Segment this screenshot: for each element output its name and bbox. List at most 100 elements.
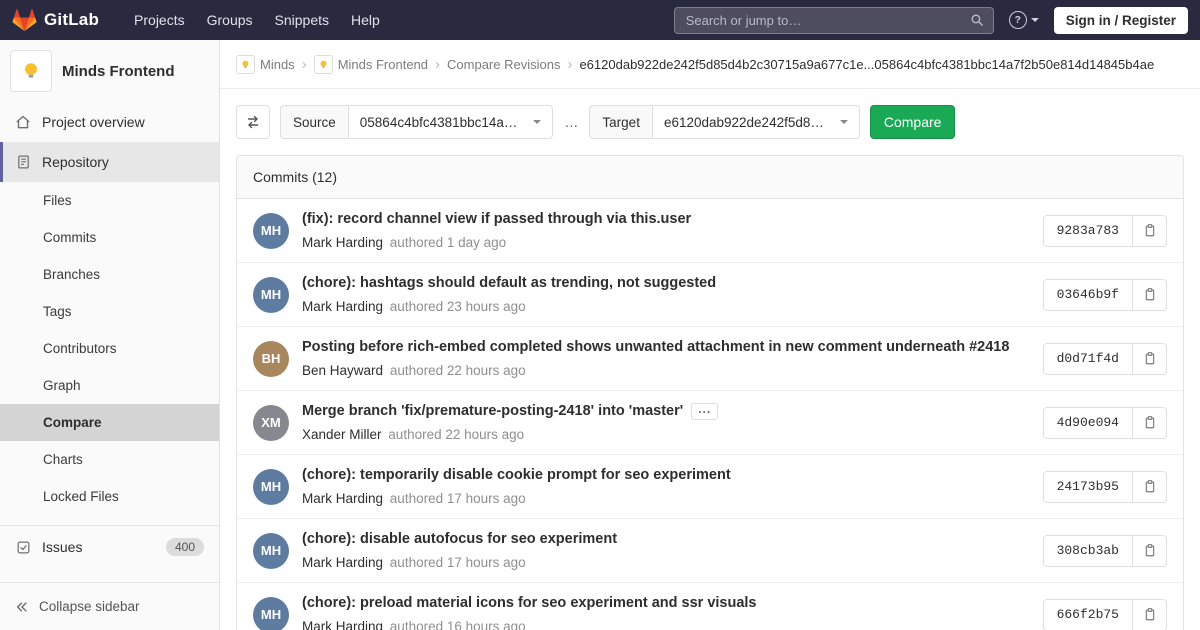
project-name: Minds Frontend (62, 63, 175, 80)
commit-author-link[interactable]: Mark Harding (302, 555, 383, 570)
sidebar-item-locked-files[interactable]: Locked Files (0, 478, 219, 515)
breadcrumb: Minds › Minds Frontend › Compare Revisio… (220, 40, 1200, 89)
sidebar-item-compare[interactable]: Compare (0, 404, 219, 441)
compare-button[interactable]: Compare (870, 105, 956, 139)
commit-author-link[interactable]: Mark Harding (302, 299, 383, 314)
breadcrumb-compare-revisions-link[interactable]: Compare Revisions (447, 57, 560, 72)
sidebar-item-commits[interactable]: Commits (0, 219, 219, 256)
commit-title-link[interactable]: Merge branch 'fix/premature-posting-2418… (302, 403, 683, 419)
sidebar-item-label: Repository (42, 154, 109, 170)
commit-authored-time: authored 17 hours ago (390, 491, 526, 506)
commit-row: XM Merge branch 'fix/premature-posting-2… (237, 390, 1183, 454)
compare-form: Source 05864c4bfc4381bbc14a… … Target e6… (220, 89, 1200, 155)
sign-in-register-button[interactable]: Sign in / Register (1054, 7, 1188, 34)
chevron-down-icon (1031, 18, 1039, 22)
author-avatar: MH (253, 213, 289, 249)
collapse-sidebar-label: Collapse sidebar (39, 599, 140, 614)
breadcrumb-project-link[interactable]: Minds Frontend (314, 55, 428, 74)
swap-revisions-button[interactable] (236, 105, 270, 139)
commit-author-link[interactable]: Mark Harding (302, 619, 383, 630)
breadcrumb-minds-link[interactable]: Minds (236, 55, 295, 74)
commit-row: MH (chore): temporarily disable cookie p… (237, 454, 1183, 518)
search-input[interactable] (684, 12, 970, 29)
clipboard-icon (1143, 607, 1157, 622)
double-chevron-left-icon (15, 600, 29, 614)
commit-sha-link[interactable]: d0d71f4d (1043, 343, 1133, 375)
copy-sha-button[interactable] (1133, 407, 1167, 439)
clipboard-icon (1143, 415, 1157, 430)
nav-groups-link[interactable]: Groups (196, 0, 264, 40)
author-avatar: MH (253, 533, 289, 569)
target-revision-dropdown[interactable]: e6120dab922de242f5d8… (653, 105, 860, 139)
commit-authored-time: authored 23 hours ago (390, 299, 526, 314)
sidebar-item-charts[interactable]: Charts (0, 441, 219, 478)
commit-author-link[interactable]: Mark Harding (302, 491, 383, 506)
copy-sha-button[interactable] (1133, 279, 1167, 311)
group-avatar (236, 55, 255, 74)
commit-author-link[interactable]: Xander Miller (302, 427, 382, 442)
commit-title-link[interactable]: (chore): disable autofocus for seo exper… (302, 531, 617, 547)
swap-arrows-icon (245, 114, 261, 130)
expand-commit-message-button[interactable]: ... (691, 403, 718, 420)
commit-sha-link[interactable]: 9283a783 (1043, 215, 1133, 247)
author-avatar: XM (253, 405, 289, 441)
copy-sha-button[interactable] (1133, 599, 1167, 630)
sidebar-item-files[interactable]: Files (0, 182, 219, 219)
nav-snippets-link[interactable]: Snippets (264, 0, 340, 40)
target-value: e6120dab922de242f5d8… (664, 115, 824, 130)
sidebar-item-contributors[interactable]: Contributors (0, 330, 219, 367)
chevron-down-icon (840, 120, 848, 124)
sidebar-item-issues[interactable]: Issues 400 (0, 526, 219, 568)
collapse-sidebar-button[interactable]: Collapse sidebar (0, 582, 219, 630)
commit-author-link[interactable]: Mark Harding (302, 235, 383, 250)
commit-title-link[interactable]: (fix): record channel view if passed thr… (302, 211, 691, 227)
clipboard-icon (1143, 287, 1157, 302)
commit-title-link[interactable]: (chore): preload material icons for seo … (302, 595, 756, 611)
nav-projects-link[interactable]: Projects (123, 0, 196, 40)
breadcrumb-separator: › (567, 56, 572, 73)
commit-authored-time: authored 1 day ago (390, 235, 506, 250)
commit-author-link[interactable]: Ben Hayward (302, 363, 383, 378)
gitlab-compare-page: GitLab Projects Groups Snippets Help ? (0, 0, 1200, 630)
navbar-left: GitLab Projects Groups Snippets Help (12, 0, 391, 40)
commit-sha-link[interactable]: 03646b9f (1043, 279, 1133, 311)
clipboard-icon (1143, 543, 1157, 558)
sidebar-item-tags[interactable]: Tags (0, 293, 219, 330)
commit-authored-time: authored 22 hours ago (388, 427, 524, 442)
commit-row: MH (chore): disable autofocus for seo ex… (237, 518, 1183, 582)
nav-help-link[interactable]: Help (340, 0, 391, 40)
issues-icon (15, 540, 31, 555)
commit-row: BH Posting before rich-embed completed s… (237, 326, 1183, 390)
commit-row: MH (chore): preload material icons for s… (237, 582, 1183, 630)
sidebar-item-project-overview[interactable]: Project overview (0, 102, 219, 142)
commit-authored-time: authored 22 hours ago (390, 363, 526, 378)
commit-title-link[interactable]: Posting before rich-embed completed show… (302, 339, 1009, 355)
commit-sha-link[interactable]: 24173b95 (1043, 471, 1133, 503)
breadcrumb-separator: › (435, 56, 440, 73)
sidebar-item-repository[interactable]: Repository (0, 142, 219, 182)
commit-authored-time: authored 17 hours ago (390, 555, 526, 570)
commit-sha-link[interactable]: 666f2b75 (1043, 599, 1133, 630)
copy-sha-button[interactable] (1133, 535, 1167, 567)
sidebar-item-label: Project overview (42, 114, 145, 130)
copy-sha-button[interactable] (1133, 471, 1167, 503)
gitlab-home-link[interactable]: GitLab (12, 8, 99, 32)
copy-sha-button[interactable] (1133, 343, 1167, 375)
sidebar-project-header[interactable]: Minds Frontend (0, 40, 219, 102)
navbar-right: ? Sign in / Register (674, 7, 1188, 34)
global-search-box (674, 7, 994, 34)
commit-title-link[interactable]: (chore): hashtags should default as tren… (302, 275, 716, 291)
help-dropdown[interactable]: ? (1007, 11, 1041, 29)
primary-nav: Projects Groups Snippets Help (123, 0, 391, 40)
sidebar-item-graph[interactable]: Graph (0, 367, 219, 404)
copy-sha-button[interactable] (1133, 215, 1167, 247)
source-revision-dropdown[interactable]: 05864c4bfc4381bbc14a… (349, 105, 554, 139)
repository-icon (15, 154, 31, 170)
commit-title-link[interactable]: (chore): temporarily disable cookie prom… (302, 467, 731, 483)
sidebar-item-label: Issues (42, 539, 82, 555)
source-input-group: Source 05864c4bfc4381bbc14a… (280, 105, 553, 139)
main-content: Minds › Minds Frontend › Compare Revisio… (220, 40, 1200, 630)
commit-sha-link[interactable]: 4d90e094 (1043, 407, 1133, 439)
sidebar-item-branches[interactable]: Branches (0, 256, 219, 293)
commit-sha-link[interactable]: 308cb3ab (1043, 535, 1133, 567)
